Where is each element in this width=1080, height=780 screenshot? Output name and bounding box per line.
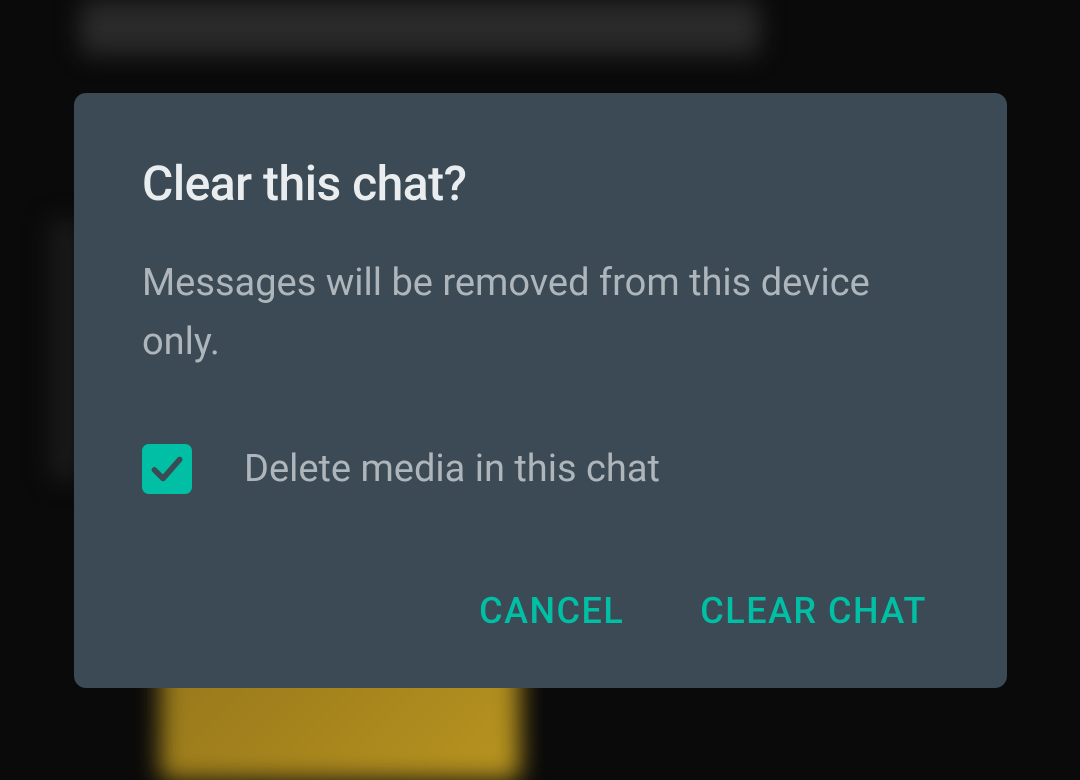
cancel-button[interactable]: CANCEL bbox=[475, 582, 628, 640]
clear-chat-dialog: Clear this chat? Messages will be remove… bbox=[74, 93, 1007, 688]
dialog-title: Clear this chat? bbox=[142, 155, 939, 212]
delete-media-label: Delete media in this chat bbox=[244, 447, 660, 491]
delete-media-checkbox-row[interactable]: Delete media in this chat bbox=[142, 444, 939, 494]
delete-media-checkbox[interactable] bbox=[142, 444, 192, 494]
checkmark-icon bbox=[148, 450, 186, 488]
clear-chat-button[interactable]: CLEAR CHAT bbox=[696, 582, 931, 640]
dialog-button-row: CANCEL CLEAR CHAT bbox=[142, 582, 939, 640]
bg-blur-shape bbox=[80, 0, 760, 55]
dialog-message: Messages will be removed from this devic… bbox=[142, 254, 939, 372]
